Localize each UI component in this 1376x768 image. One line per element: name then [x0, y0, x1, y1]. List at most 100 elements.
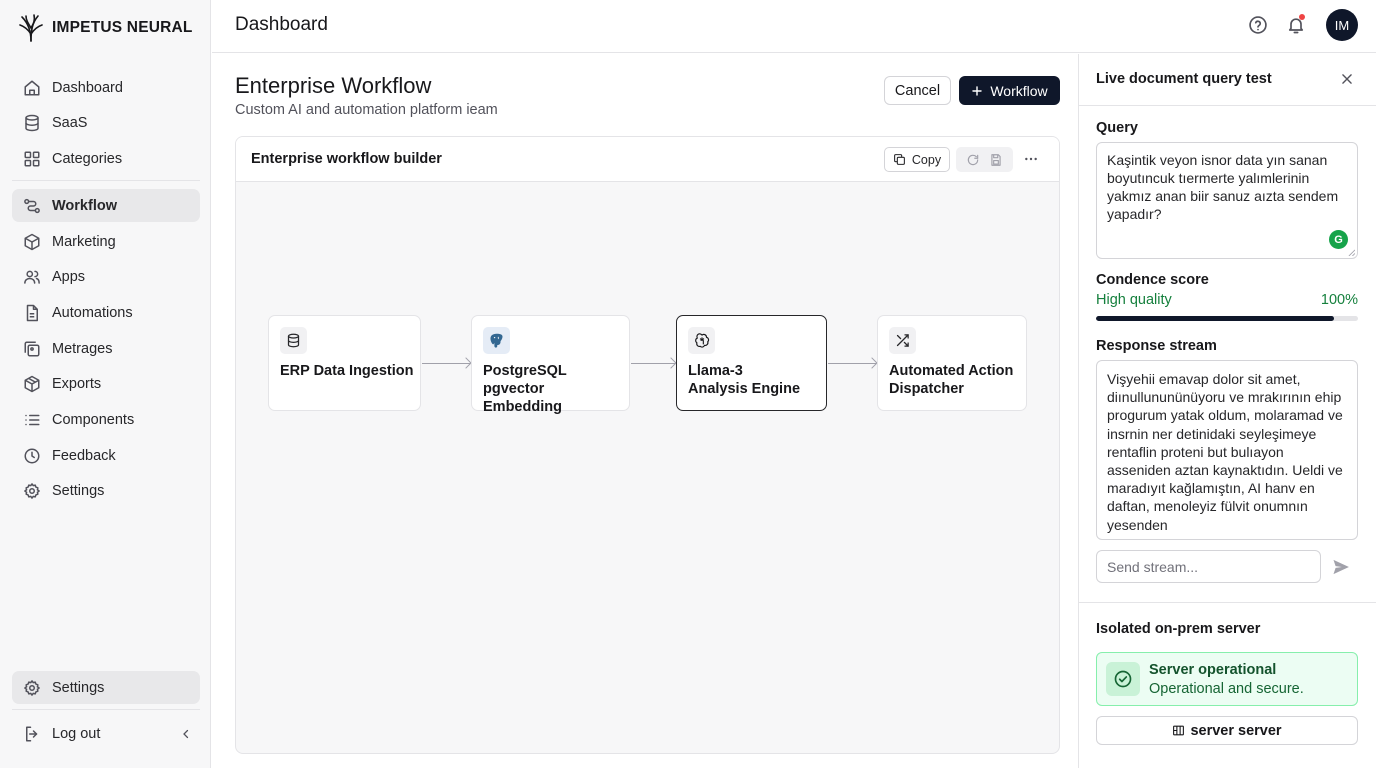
node-connector [422, 363, 470, 364]
sidebar-divider [12, 709, 200, 710]
sidebar-item-marketing[interactable]: Marketing [12, 225, 200, 258]
shuffle-icon [889, 327, 916, 354]
node-label: Automated Action Dispatcher [889, 362, 1013, 398]
builder-tool-group [956, 147, 1013, 172]
sidebar-item-saas[interactable]: SaaS [12, 107, 200, 140]
gear-icon [23, 679, 41, 697]
resize-handle-icon[interactable] [1348, 249, 1355, 256]
brand-logo-icon [19, 14, 43, 42]
save-icon[interactable] [989, 153, 1003, 167]
list-icon [23, 411, 41, 429]
clock-icon [23, 447, 41, 465]
workflow-node-llama[interactable]: Llama-3 Analysis Engine [676, 315, 827, 411]
collapse-sidebar-icon[interactable] [180, 728, 192, 740]
node-label-line: Dispatcher [889, 381, 964, 397]
query-textarea[interactable]: Kaşintik veyon isnor data yın sanan boyu… [1096, 142, 1358, 259]
node-label-line: Analysis Engine [688, 381, 801, 397]
add-workflow-label: Workflow [990, 82, 1048, 99]
logout-icon [23, 725, 41, 743]
logout-content: Log out [23, 725, 100, 743]
sidebar-item-label: Marketing [52, 233, 116, 250]
sidebar-item-exports[interactable]: Exports [12, 368, 200, 401]
workflow-node-postgresql[interactable]: PostgreSQL pgvector Embedding [471, 315, 630, 415]
node-connector [631, 363, 675, 364]
topbar-title: Dashboard [235, 14, 328, 35]
notification-dot [1299, 14, 1305, 20]
panel-header: Live document query test [1079, 54, 1376, 106]
sidebar-item-components[interactable]: Components [12, 404, 200, 437]
builder-header: Enterprise workflow builder Copy [236, 137, 1059, 182]
logout-button[interactable]: Log out [12, 717, 200, 750]
brand[interactable]: IMPETUS NEURAL [19, 13, 193, 43]
response-stream-text: Vişyehii emavap dolor sit amet, diınullu… [1107, 371, 1343, 533]
send-icon[interactable] [1331, 557, 1351, 577]
add-workflow-button[interactable]: Workflow [959, 76, 1060, 105]
sidebar-item-label: Workflow [52, 197, 117, 214]
sidebar-item-dashboard[interactable]: Dashboard [12, 71, 200, 104]
server-rack-icon [1172, 724, 1185, 737]
send-stream-input[interactable] [1096, 550, 1321, 583]
sidebar-item-categories[interactable]: Categories [12, 142, 200, 175]
status-subtitle: Operational and secure. [1149, 681, 1304, 697]
bell-icon[interactable] [1286, 14, 1306, 35]
workflow-icon [23, 197, 41, 215]
sidebar-item-label: Metrages [52, 340, 113, 357]
workflow-node-erp[interactable]: ERP Data Ingestion [268, 315, 421, 411]
query-text: Kaşintik veyon isnor data yın sanan boyu… [1107, 152, 1339, 222]
confidence-progress-fill [1096, 316, 1335, 321]
confidence-label: Condence score [1096, 272, 1209, 288]
sidebar-item-apps[interactable]: Apps [12, 261, 200, 294]
builder-title: Enterprise workflow builder [251, 151, 442, 167]
copy-label: Copy [911, 152, 942, 167]
topbar-actions: IM [1248, 9, 1358, 41]
gear-icon [23, 482, 41, 500]
brand-name: IMPETUS NEURAL [52, 19, 193, 36]
workflow-builder: Enterprise workflow builder Copy ERP Dat… [235, 136, 1060, 754]
plus-icon [971, 85, 983, 97]
sidebar-item-metrages[interactable]: Metrages [12, 332, 200, 365]
node-connector [828, 363, 876, 364]
sidebar-bottom-settings[interactable]: Settings [12, 671, 200, 704]
cancel-button[interactable]: Cancel [884, 76, 951, 105]
refresh-icon[interactable] [966, 153, 980, 167]
sidebar-item-workflow[interactable]: Workflow [12, 189, 200, 223]
query-label: Query [1096, 120, 1138, 136]
help-icon[interactable] [1248, 15, 1268, 35]
more-options-icon[interactable] [1023, 151, 1039, 167]
check-circle-icon [1106, 662, 1140, 696]
server-button[interactable]: server server [1096, 716, 1358, 745]
quality-value: 100% [1320, 292, 1358, 308]
sidebar-divider [12, 180, 200, 182]
response-stream-box[interactable]: Vişyehii emavap dolor sit amet, diınullu… [1096, 360, 1358, 540]
node-label-line: Llama-3 [688, 363, 743, 379]
ai-engine-icon [688, 327, 715, 354]
server-status-card: Server operational Operational and secur… [1096, 652, 1358, 706]
users-icon [23, 268, 41, 286]
logout-label: Log out [52, 725, 101, 742]
sidebar-item-label: Dashboard [52, 79, 123, 96]
node-label-line: PostgreSQL pgvector [483, 363, 567, 397]
sidebar-item-feedback[interactable]: Feedback [12, 439, 200, 472]
sidebar-nav: Dashboard SaaS Categories Workflow Marke… [12, 71, 200, 511]
grid-icon [23, 150, 41, 168]
sidebar-item-automations[interactable]: Automations [12, 296, 200, 329]
response-stream-label: Response stream [1096, 338, 1217, 354]
node-label: ERP Data Ingestion [280, 362, 413, 380]
main-content: Enterprise Workflow Custom AI and automa… [212, 54, 1078, 768]
node-label-line: Embedding [483, 399, 562, 415]
close-icon[interactable] [1340, 72, 1354, 86]
grammar-check-icon[interactable]: G [1329, 230, 1348, 249]
sidebar-item-settings[interactable]: Settings [12, 475, 200, 508]
sidebar-item-label: Automations [52, 304, 133, 321]
quality-row: High quality 100% [1096, 292, 1358, 308]
cube-icon [23, 375, 41, 393]
node-label-line: Automated Action [889, 363, 1014, 379]
sidebar-item-label: Exports [52, 376, 102, 393]
panel-divider [1079, 602, 1376, 603]
avatar[interactable]: IM [1326, 9, 1358, 41]
server-button-label: server server [1190, 722, 1282, 739]
workflow-node-dispatcher[interactable]: Automated Action Dispatcher [877, 315, 1027, 411]
sidebar-item-label: Components [52, 412, 135, 428]
copy-button[interactable]: Copy [884, 147, 950, 172]
sidebar: IMPETUS NEURAL Dashboard SaaS Categories [0, 0, 211, 768]
